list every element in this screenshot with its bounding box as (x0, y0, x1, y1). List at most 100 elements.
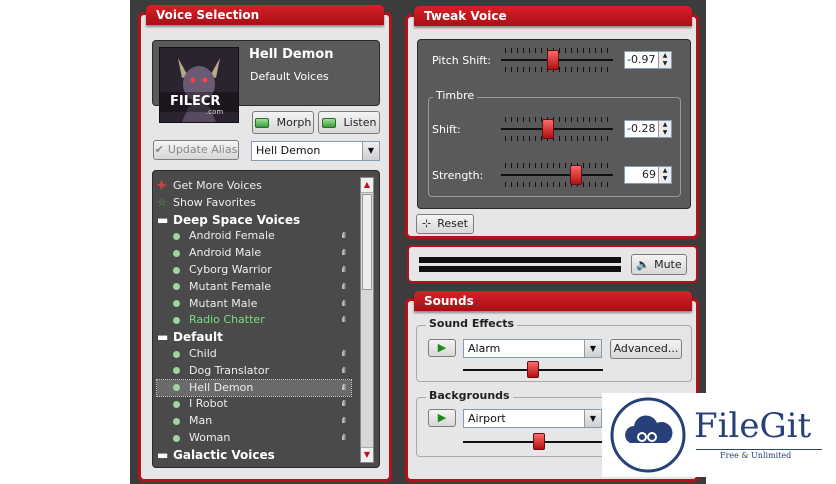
listen-button[interactable]: Listen (318, 111, 380, 134)
signal-bars-icon: ıll (341, 248, 346, 258)
signal-bars-icon: ıll (341, 416, 346, 426)
thumbnail-watermark-sub: .com (206, 108, 224, 116)
signal-bars-icon: ıll (341, 349, 346, 358)
output-meter-panel: 🔈 Mute (407, 245, 698, 283)
strength-slider[interactable] (501, 163, 613, 187)
mute-button[interactable]: 🔈 Mute (631, 254, 687, 275)
play-icon: ▶ (437, 341, 447, 354)
collapse-icon: ▬ (157, 447, 169, 462)
shift-label: Shift: (432, 123, 461, 136)
update-alias-button[interactable]: ✔ Update Alias (153, 140, 239, 160)
voice-bullet-icon (173, 300, 180, 308)
shift-slider[interactable] (501, 117, 613, 141)
filegit-tagline: Free & Unlimited (720, 451, 792, 460)
play-background-button[interactable]: ▶ (428, 409, 456, 427)
signal-bars-icon: ıll (341, 433, 346, 442)
voice-thumbnail: FILECR .com (159, 47, 239, 123)
collapse-icon: ▬ (157, 212, 169, 227)
sound-effects-label: Sound Effects (426, 317, 518, 330)
list-item[interactable]: Dog Translator ıll (157, 363, 351, 379)
pitch-shift-slider[interactable] (501, 48, 613, 72)
background-combobox[interactable]: Airport ▼ (463, 409, 602, 428)
list-item[interactable]: I Robot ıll (157, 396, 351, 412)
scroll-up-button[interactable]: ▲ (361, 178, 373, 193)
slider-thumb[interactable] (547, 50, 559, 70)
slider-thumb[interactable] (542, 119, 554, 139)
tweak-voice-title: Tweak Voice (414, 6, 692, 26)
pitch-shift-label: Pitch Shift: (432, 54, 491, 67)
list-scrollbar[interactable]: ▲ ▼ (360, 177, 374, 463)
voice-list: ✚ Get More Voices ☆ Show Favorites ▬ Deep Spa… (152, 170, 380, 468)
morph-button[interactable]: Morph (252, 111, 314, 134)
list-item[interactable]: Radio Chatter ıll (157, 312, 351, 328)
voice-group: Default Voices (250, 70, 329, 83)
voice-selection-title: Voice Selection (146, 5, 384, 25)
voice-bullet-icon (173, 266, 180, 274)
voice-bullet-icon (173, 367, 180, 375)
list-item[interactable]: Mutant Male ıll (157, 296, 351, 312)
list-item[interactable]: Cyborg Warrior ıll (157, 262, 351, 278)
chevron-down-icon: ▼ (584, 410, 601, 427)
spinner-arrows-icon: ▲ ▼ (658, 121, 671, 137)
voice-name: Hell Demon (249, 47, 334, 62)
list-item[interactable]: Man ıll (157, 413, 351, 429)
advanced-button[interactable]: Advanced... (610, 339, 682, 359)
reset-slider-icon: ⊹ (422, 217, 432, 230)
voice-bullet-icon (173, 283, 180, 291)
sound-effect-combobox[interactable]: Alarm ▼ (463, 339, 602, 358)
signal-bars-icon: ıll (341, 382, 346, 392)
list-item[interactable]: Android Female ıll (157, 228, 351, 244)
pitch-shift-spinner[interactable]: -0.97 ▲ ▼ (624, 51, 672, 69)
filegit-watermark: FileGit Free & Unlimited (602, 393, 836, 477)
scroll-down-button[interactable]: ▼ (361, 447, 373, 462)
signal-bars-icon: ıll (341, 298, 346, 308)
list-item[interactable]: Child ıll (157, 346, 351, 362)
collapse-icon: ▬ (157, 330, 169, 345)
background-volume-slider[interactable] (463, 433, 603, 451)
checkmark-icon: ✔ (154, 143, 164, 156)
voice-bullet-icon (173, 384, 180, 392)
list-action[interactable]: ✚ Get More Voices (157, 178, 351, 194)
effect-volume-slider[interactable] (463, 361, 603, 379)
scroll-thumb[interactable] (362, 194, 372, 290)
alias-combobox[interactable]: Hell Demon ▼ (251, 141, 380, 161)
list-item[interactable]: Android Male ıll (157, 245, 351, 261)
filegit-name: FileGit (694, 406, 812, 446)
voice-bullet-icon (173, 417, 180, 425)
voice-bullet-icon (173, 400, 180, 408)
level-meter (419, 257, 621, 273)
chevron-down-icon: ▼ (362, 142, 379, 160)
chevron-down-icon: ▼ (584, 340, 601, 357)
list-group-header[interactable]: ▬ Default (157, 329, 351, 345)
plus-icon: ✚ (157, 179, 167, 192)
voice-bullet-icon (173, 316, 180, 324)
signal-bars-icon: ıll (341, 399, 346, 409)
voice-bullet-icon (173, 232, 180, 240)
slider-thumb[interactable] (527, 361, 539, 378)
shift-spinner[interactable]: -0.28 ▲ ▼ (624, 120, 672, 138)
list-item[interactable]: Woman ıll (157, 430, 351, 446)
signal-bars-icon: ıll (341, 315, 346, 325)
morph-led-icon (254, 118, 269, 128)
backgrounds-label: Backgrounds (426, 389, 513, 402)
spinner-arrows-icon: ▲ ▼ (658, 167, 671, 183)
list-group-header[interactable]: ▬ Deep Space Voices (157, 212, 351, 228)
listen-led-icon (321, 118, 336, 128)
voice-selection-panel: FILECR .com Hell Demon Default Voices Mo… (138, 12, 392, 482)
list-item[interactable]: Mutant Female ıll (157, 279, 351, 295)
slider-thumb[interactable] (533, 433, 546, 450)
signal-bars-icon: ıll (341, 281, 346, 291)
signal-bars-icon: ıll (341, 231, 346, 241)
strength-spinner[interactable]: 69 ▲ ▼ (624, 166, 672, 184)
slider-thumb[interactable] (570, 165, 582, 185)
timbre-label: Timbre (433, 89, 478, 102)
thumbnail-watermark: FILECR (170, 94, 221, 109)
speaker-icon: 🔈 (636, 258, 651, 271)
sounds-title: Sounds (414, 291, 692, 311)
list-item[interactable]: Hell Demon ıll (156, 378, 352, 397)
list-action[interactable]: ☆ Show Favorites (157, 195, 351, 211)
reset-button[interactable]: ⊹ Reset (416, 214, 474, 234)
play-effect-button[interactable]: ▶ (428, 339, 456, 357)
list-group-header[interactable]: ▬ Galactic Voices (157, 447, 351, 463)
voice-bullet-icon (173, 350, 180, 358)
